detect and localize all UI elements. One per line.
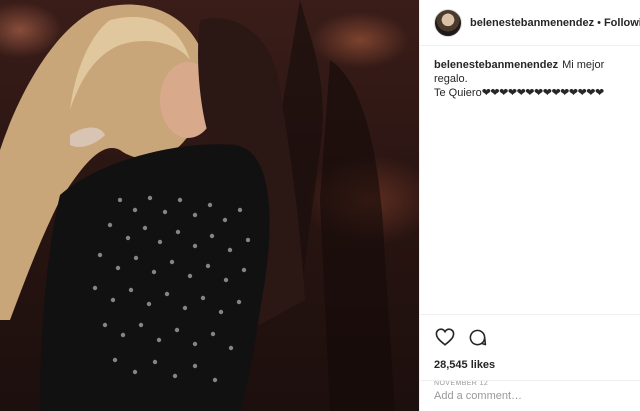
caption-text-line2: Te Quiero [434, 87, 482, 99]
post-details-panel: belenestebanmenendez•Following beleneste… [419, 0, 640, 411]
likes-count[interactable]: 28,545 likes [434, 359, 627, 371]
header-text: belenestebanmenendez•Following [470, 17, 640, 29]
post-caption: belenestebanmenendez Mi mejor regalo. Te … [420, 46, 640, 100]
comment-section [420, 380, 640, 411]
following-button[interactable]: Following [604, 17, 640, 29]
caption-hearts: ❤❤❤❤❤❤❤❤❤❤❤❤❤❤ [481, 87, 605, 99]
header-username-link[interactable]: belenestebanmenendez [470, 17, 594, 29]
photo-scene [0, 0, 395, 411]
avatar-icon[interactable] [434, 8, 462, 37]
action-bar [434, 325, 627, 349]
post-photo[interactable] [0, 0, 419, 411]
heart-outline-icon[interactable] [434, 326, 456, 348]
post-actions-section: 28,545 likes NOVEMBER 12 [420, 314, 640, 387]
caption-username-link[interactable]: belenestebanmenendez [434, 59, 558, 71]
add-comment-input[interactable] [434, 390, 627, 402]
post-header: belenestebanmenendez•Following [420, 0, 640, 46]
comment-bubble-icon[interactable] [466, 326, 488, 348]
header-separator: • [597, 16, 601, 29]
